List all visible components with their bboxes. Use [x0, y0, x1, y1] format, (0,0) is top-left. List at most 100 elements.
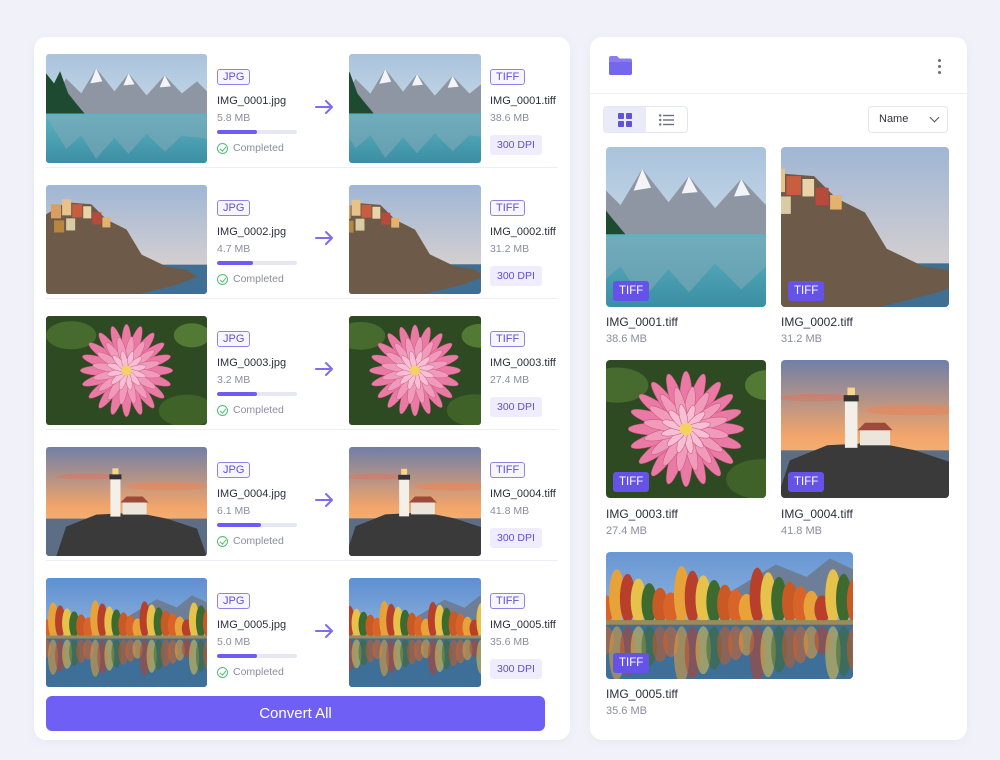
target-file-name: IMG_0003.tiff	[490, 357, 556, 369]
check-circle-icon	[217, 535, 228, 547]
target-file-size: 31.2 MB	[490, 243, 530, 255]
target-file-name: IMG_0004.tiff	[490, 488, 556, 500]
conversion-status: Completed	[217, 273, 284, 285]
source-file-name: IMG_0003.jpg	[217, 357, 287, 369]
conversion-row: JPG IMG_0001.jpg 5.8 MB Completed TIFF I…	[34, 37, 570, 168]
conversion-row: JPG IMG_0004.jpg 6.1 MB Completed TIFF I…	[34, 430, 570, 561]
arrow-right-icon	[315, 362, 333, 376]
list-view-button[interactable]	[646, 107, 688, 132]
target-file-size: 27.4 MB	[490, 374, 530, 386]
conversion-status: Completed	[217, 142, 284, 154]
source-thumbnail[interactable]	[46, 54, 207, 163]
conversion-status: Completed	[217, 535, 284, 547]
conversion-progress-bar	[217, 392, 297, 396]
source-thumbnail[interactable]	[46, 185, 207, 294]
sort-dropdown[interactable]: Name	[868, 106, 948, 133]
source-file-size: 4.7 MB	[217, 243, 251, 255]
file-card[interactable]: TIFF IMG_0004.tiff 41.8 MB	[781, 360, 949, 545]
progress-fill	[217, 654, 257, 658]
status-text: Completed	[233, 404, 284, 416]
view-toggle	[603, 106, 688, 133]
conversion-progress-bar	[217, 523, 297, 527]
source-file-name: IMG_0005.jpg	[217, 619, 287, 631]
target-format-badge: TIFF	[490, 331, 526, 347]
dpi-badge: 300 DPI	[490, 135, 542, 155]
target-thumbnail[interactable]	[349, 578, 481, 687]
tiff-badge: TIFF	[788, 281, 825, 301]
photo-image	[349, 185, 481, 294]
conversion-panel: JPG IMG_0001.jpg 5.8 MB Completed TIFF I…	[34, 37, 570, 740]
target-file-name: IMG_0005.tiff	[490, 619, 556, 631]
source-thumbnail[interactable]	[46, 447, 207, 556]
target-thumbnail[interactable]	[349, 185, 481, 294]
target-format-badge: TIFF	[490, 200, 526, 216]
file-card[interactable]: TIFF IMG_0002.tiff 31.2 MB	[781, 147, 949, 357]
tiff-badge: TIFF	[788, 472, 825, 492]
arrow-right-icon	[315, 624, 333, 638]
target-file-size: 35.6 MB	[490, 636, 530, 648]
source-thumbnail[interactable]	[46, 578, 207, 687]
photo-image	[349, 316, 481, 425]
target-format-badge: TIFF	[490, 593, 526, 609]
progress-fill	[217, 130, 257, 134]
target-thumbnail[interactable]	[349, 316, 481, 425]
source-format-badge: JPG	[217, 200, 251, 216]
source-file-name: IMG_0002.jpg	[217, 226, 287, 238]
photo-image	[46, 578, 207, 687]
more-options-icon[interactable]	[935, 57, 945, 75]
file-size: 27.4 MB	[606, 525, 647, 537]
target-file-size: 41.8 MB	[490, 505, 530, 517]
status-text: Completed	[233, 535, 284, 547]
check-circle-icon	[217, 666, 228, 678]
convert-all-button[interactable]: Convert All	[46, 696, 545, 731]
conversion-row: JPG IMG_0003.jpg 3.2 MB Completed TIFF I…	[34, 299, 570, 430]
output-browser-panel: Name TIFF IMG_0001.tiff 38.6 MB TIFF IMG…	[590, 37, 967, 740]
arrow-right-icon	[315, 493, 333, 507]
source-thumbnail[interactable]	[46, 316, 207, 425]
target-format-badge: TIFF	[490, 69, 526, 85]
file-card[interactable]: TIFF IMG_0003.tiff 27.4 MB	[606, 360, 766, 545]
conversion-progress-bar	[217, 261, 297, 265]
header-divider	[590, 93, 967, 94]
progress-fill	[217, 523, 261, 527]
target-file-size: 38.6 MB	[490, 112, 530, 124]
source-file-size: 6.1 MB	[217, 505, 251, 517]
file-name: IMG_0002.tiff	[781, 315, 853, 329]
chevron-down-icon	[929, 112, 940, 123]
target-thumbnail[interactable]	[349, 54, 481, 163]
source-file-size: 5.8 MB	[217, 112, 251, 124]
grid-icon	[617, 112, 632, 127]
file-name: IMG_0004.tiff	[781, 507, 853, 521]
folder-icon[interactable]	[608, 55, 633, 76]
check-circle-icon	[217, 142, 228, 154]
photo-image	[46, 447, 207, 556]
arrow-right-icon	[315, 231, 333, 245]
file-name: IMG_0003.tiff	[606, 507, 678, 521]
conversion-status: Completed	[217, 666, 284, 678]
check-circle-icon	[217, 273, 228, 285]
file-name: IMG_0005.tiff	[606, 687, 678, 701]
dpi-badge: 300 DPI	[490, 266, 542, 286]
conversion-row: JPG IMG_0002.jpg 4.7 MB Completed TIFF I…	[34, 168, 570, 299]
file-card[interactable]: TIFF IMG_0001.tiff 38.6 MB	[606, 147, 766, 357]
target-file-name: IMG_0001.tiff	[490, 95, 556, 107]
check-circle-icon	[217, 404, 228, 416]
status-text: Completed	[233, 142, 284, 154]
file-size: 35.6 MB	[606, 705, 647, 717]
source-file-size: 5.0 MB	[217, 636, 251, 648]
photo-image	[46, 316, 207, 425]
file-card[interactable]: TIFF IMG_0005.tiff 35.6 MB	[606, 552, 853, 722]
conversion-progress-bar	[217, 130, 297, 134]
source-format-badge: JPG	[217, 331, 251, 347]
photo-image	[349, 578, 481, 687]
dpi-badge: 300 DPI	[490, 659, 542, 679]
grid-view-button[interactable]	[604, 107, 646, 132]
source-file-name: IMG_0004.jpg	[217, 488, 287, 500]
sort-label: Name	[879, 113, 909, 125]
file-size: 31.2 MB	[781, 333, 822, 345]
tiff-badge: TIFF	[613, 281, 650, 301]
conversion-row: JPG IMG_0005.jpg 5.0 MB Completed TIFF I…	[34, 561, 570, 692]
photo-image	[46, 185, 207, 294]
photo-image	[349, 54, 481, 163]
target-thumbnail[interactable]	[349, 447, 481, 556]
